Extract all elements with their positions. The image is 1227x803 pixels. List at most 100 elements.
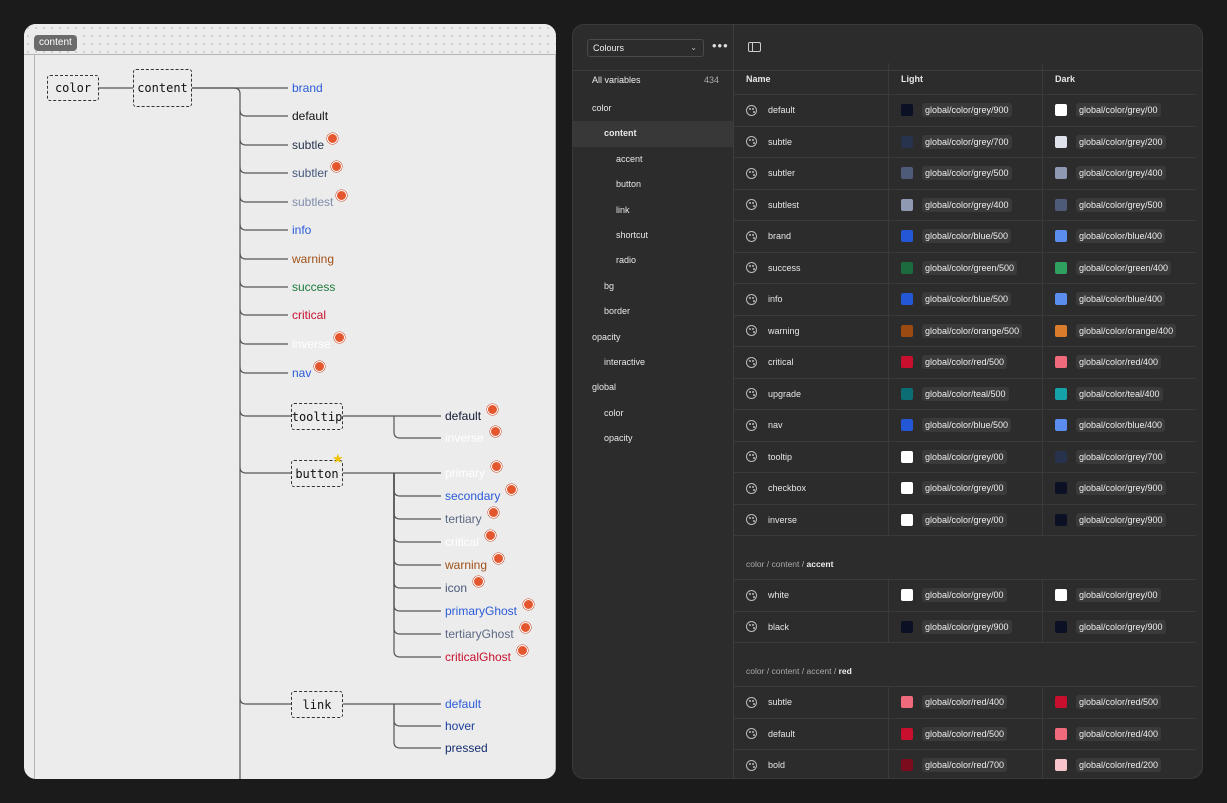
comment-badge-icon[interactable] bbox=[487, 404, 499, 415]
variable-name-cell[interactable]: warning bbox=[734, 316, 888, 347]
tree-leaf-button_leaves[interactable]: secondary bbox=[445, 489, 500, 503]
sidebar-item-interactive[interactable]: interactive bbox=[573, 350, 733, 375]
tree-leaf-button_leaves[interactable]: critical bbox=[445, 535, 479, 549]
variable-name-cell[interactable]: upgrade bbox=[734, 379, 888, 410]
more-options-icon[interactable]: ••• bbox=[712, 38, 729, 53]
tree-leaf-link_leaves[interactable]: hover bbox=[445, 719, 475, 733]
variable-name-cell[interactable]: subtle bbox=[734, 127, 888, 158]
table-row[interactable]: subtlest global/color/grey/400 global/colo… bbox=[734, 189, 1196, 221]
comment-badge-icon[interactable] bbox=[493, 553, 505, 564]
variable-name-cell[interactable]: subtlest bbox=[734, 190, 888, 221]
light-value-cell[interactable]: global/color/green/500 bbox=[888, 252, 1042, 283]
column-header-dark[interactable]: Dark bbox=[1042, 63, 1196, 94]
light-value-cell[interactable]: global/color/grey/900 bbox=[888, 611, 1042, 642]
tree-leaf-button_leaves[interactable]: primary bbox=[445, 466, 485, 480]
tree-leaf-tooltip_leaves[interactable]: default bbox=[445, 409, 481, 423]
variable-name-cell[interactable]: default bbox=[734, 95, 888, 126]
sidebar-item-bg[interactable]: bg bbox=[573, 274, 733, 299]
sidebar-item-opacity[interactable]: opacity bbox=[573, 325, 733, 350]
table-row[interactable]: bold global/color/red/700 global/color/red… bbox=[734, 750, 1196, 778]
sidebar-item-color[interactable]: color bbox=[573, 401, 733, 426]
table-row[interactable]: inverse global/color/grey/00 global/color/… bbox=[734, 504, 1196, 536]
sidebar-toggle-icon[interactable] bbox=[748, 42, 761, 52]
tree-leaf-link_leaves[interactable]: pressed bbox=[445, 741, 488, 755]
tree-leaf-content_leaves[interactable]: subtle bbox=[292, 138, 324, 152]
dark-value-cell[interactable]: global/color/grey/400 bbox=[1042, 158, 1196, 189]
dark-value-cell[interactable]: global/color/grey/00 bbox=[1042, 95, 1196, 126]
tree-leaf-button_leaves[interactable]: warning bbox=[445, 558, 487, 572]
light-value-cell[interactable]: global/color/blue/500 bbox=[888, 284, 1042, 315]
dark-value-cell[interactable]: global/color/grey/900 bbox=[1042, 611, 1196, 642]
sidebar-item-button[interactable]: button bbox=[573, 172, 733, 197]
canvas[interactable]: content color content tooltip button ★ l… bbox=[24, 24, 556, 779]
variable-name-cell[interactable]: inverse bbox=[734, 505, 888, 536]
tree-leaf-content_leaves[interactable]: default bbox=[292, 109, 328, 123]
dark-value-cell[interactable]: global/color/grey/200 bbox=[1042, 126, 1196, 157]
collection-select[interactable]: Colours ⌄ bbox=[587, 39, 704, 57]
tree-leaf-tooltip_leaves[interactable]: inverse bbox=[445, 431, 484, 445]
light-value-cell[interactable]: global/color/grey/700 bbox=[888, 126, 1042, 157]
comment-badge-icon[interactable] bbox=[327, 133, 339, 144]
sidebar-item-radio[interactable]: radio bbox=[573, 248, 733, 273]
tree-leaf-button_leaves[interactable]: tertiary bbox=[445, 512, 482, 526]
dark-value-cell[interactable]: global/color/blue/400 bbox=[1042, 221, 1196, 252]
table-row[interactable]: critical global/color/red/500 global/color… bbox=[734, 347, 1196, 379]
tree-leaf-button_leaves[interactable]: primaryGhost bbox=[445, 604, 517, 618]
dark-value-cell[interactable]: global/color/grey/900 bbox=[1042, 473, 1196, 504]
table-row[interactable]: checkbox global/color/grey/00 global/color… bbox=[734, 473, 1196, 505]
variable-name-cell[interactable]: default bbox=[734, 719, 888, 750]
tree-leaf-content_leaves[interactable]: info bbox=[292, 223, 311, 237]
sidebar-item-border[interactable]: border bbox=[573, 299, 733, 324]
dark-value-cell[interactable]: global/color/red/400 bbox=[1042, 347, 1196, 378]
comment-badge-icon[interactable] bbox=[517, 645, 529, 656]
light-value-cell[interactable]: global/color/grey/00 bbox=[888, 473, 1042, 504]
comment-badge-icon[interactable] bbox=[331, 161, 343, 172]
sidebar-item-opacity[interactable]: opacity bbox=[573, 426, 733, 451]
variable-name-cell[interactable]: critical bbox=[734, 347, 888, 378]
variable-name-cell[interactable]: nav bbox=[734, 410, 888, 441]
tree-leaf-content_leaves[interactable]: nav bbox=[292, 366, 311, 380]
sidebar-item-color[interactable]: color bbox=[573, 96, 733, 121]
dark-value-cell[interactable]: global/color/green/400 bbox=[1042, 252, 1196, 283]
variable-name-cell[interactable]: success bbox=[734, 253, 888, 284]
tree-leaf-content_leaves[interactable]: inverse bbox=[292, 337, 331, 351]
tree-leaf-content_leaves[interactable]: subtler bbox=[292, 166, 328, 180]
dark-value-cell[interactable]: global/color/grey/900 bbox=[1042, 504, 1196, 535]
dark-value-cell[interactable]: global/color/red/200 bbox=[1042, 750, 1196, 778]
table-row[interactable]: subtle global/color/red/400 global/color/r… bbox=[734, 687, 1196, 719]
dark-value-cell[interactable]: global/color/red/400 bbox=[1042, 718, 1196, 749]
variable-name-cell[interactable]: bold bbox=[734, 750, 888, 778]
tree-leaf-button_leaves[interactable]: tertiaryGhost bbox=[445, 627, 514, 641]
tree-leaf-button_leaves[interactable]: icon bbox=[445, 581, 467, 595]
column-header-light[interactable]: Light bbox=[888, 63, 1042, 94]
table-row[interactable]: warning global/color/orange/500 global/col… bbox=[734, 315, 1196, 347]
light-value-cell[interactable]: global/color/grey/00 bbox=[888, 580, 1042, 611]
variable-name-cell[interactable]: black bbox=[734, 612, 888, 643]
light-value-cell[interactable]: global/color/red/400 bbox=[888, 687, 1042, 718]
light-value-cell[interactable]: global/color/grey/00 bbox=[888, 441, 1042, 472]
light-value-cell[interactable]: global/color/blue/500 bbox=[888, 410, 1042, 441]
light-value-cell[interactable]: global/color/teal/500 bbox=[888, 378, 1042, 409]
sidebar-item-accent[interactable]: accent bbox=[573, 147, 733, 172]
table-row[interactable]: black global/color/grey/900 global/color/g… bbox=[734, 611, 1196, 643]
variable-name-cell[interactable]: brand bbox=[734, 221, 888, 252]
sidebar-item-global[interactable]: global bbox=[573, 375, 733, 400]
table-row[interactable]: brand global/color/blue/500 global/color/b… bbox=[734, 221, 1196, 253]
dark-value-cell[interactable]: global/color/red/500 bbox=[1042, 687, 1196, 718]
comment-badge-icon[interactable] bbox=[519, 622, 531, 633]
comment-badge-icon[interactable] bbox=[489, 426, 501, 437]
table-row[interactable]: subtle global/color/grey/700 global/color/… bbox=[734, 126, 1196, 158]
sidebar-item-content[interactable]: content bbox=[573, 121, 733, 147]
comment-badge-icon[interactable] bbox=[487, 507, 499, 518]
node-content[interactable]: content bbox=[133, 69, 192, 107]
light-value-cell[interactable]: global/color/orange/500 bbox=[888, 315, 1042, 346]
light-value-cell[interactable]: global/color/grey/00 bbox=[888, 504, 1042, 535]
tree-leaf-content_leaves[interactable]: subtlest bbox=[292, 195, 333, 209]
light-value-cell[interactable]: global/color/grey/900 bbox=[888, 95, 1042, 126]
sidebar-item-link[interactable]: link bbox=[573, 198, 733, 223]
node-link[interactable]: link bbox=[291, 691, 343, 718]
comment-badge-icon[interactable] bbox=[485, 530, 497, 541]
tree-leaf-link_leaves[interactable]: default bbox=[445, 697, 481, 711]
sidebar-item-shortcut[interactable]: shortcut bbox=[573, 223, 733, 248]
variable-name-cell[interactable]: white bbox=[734, 580, 888, 611]
